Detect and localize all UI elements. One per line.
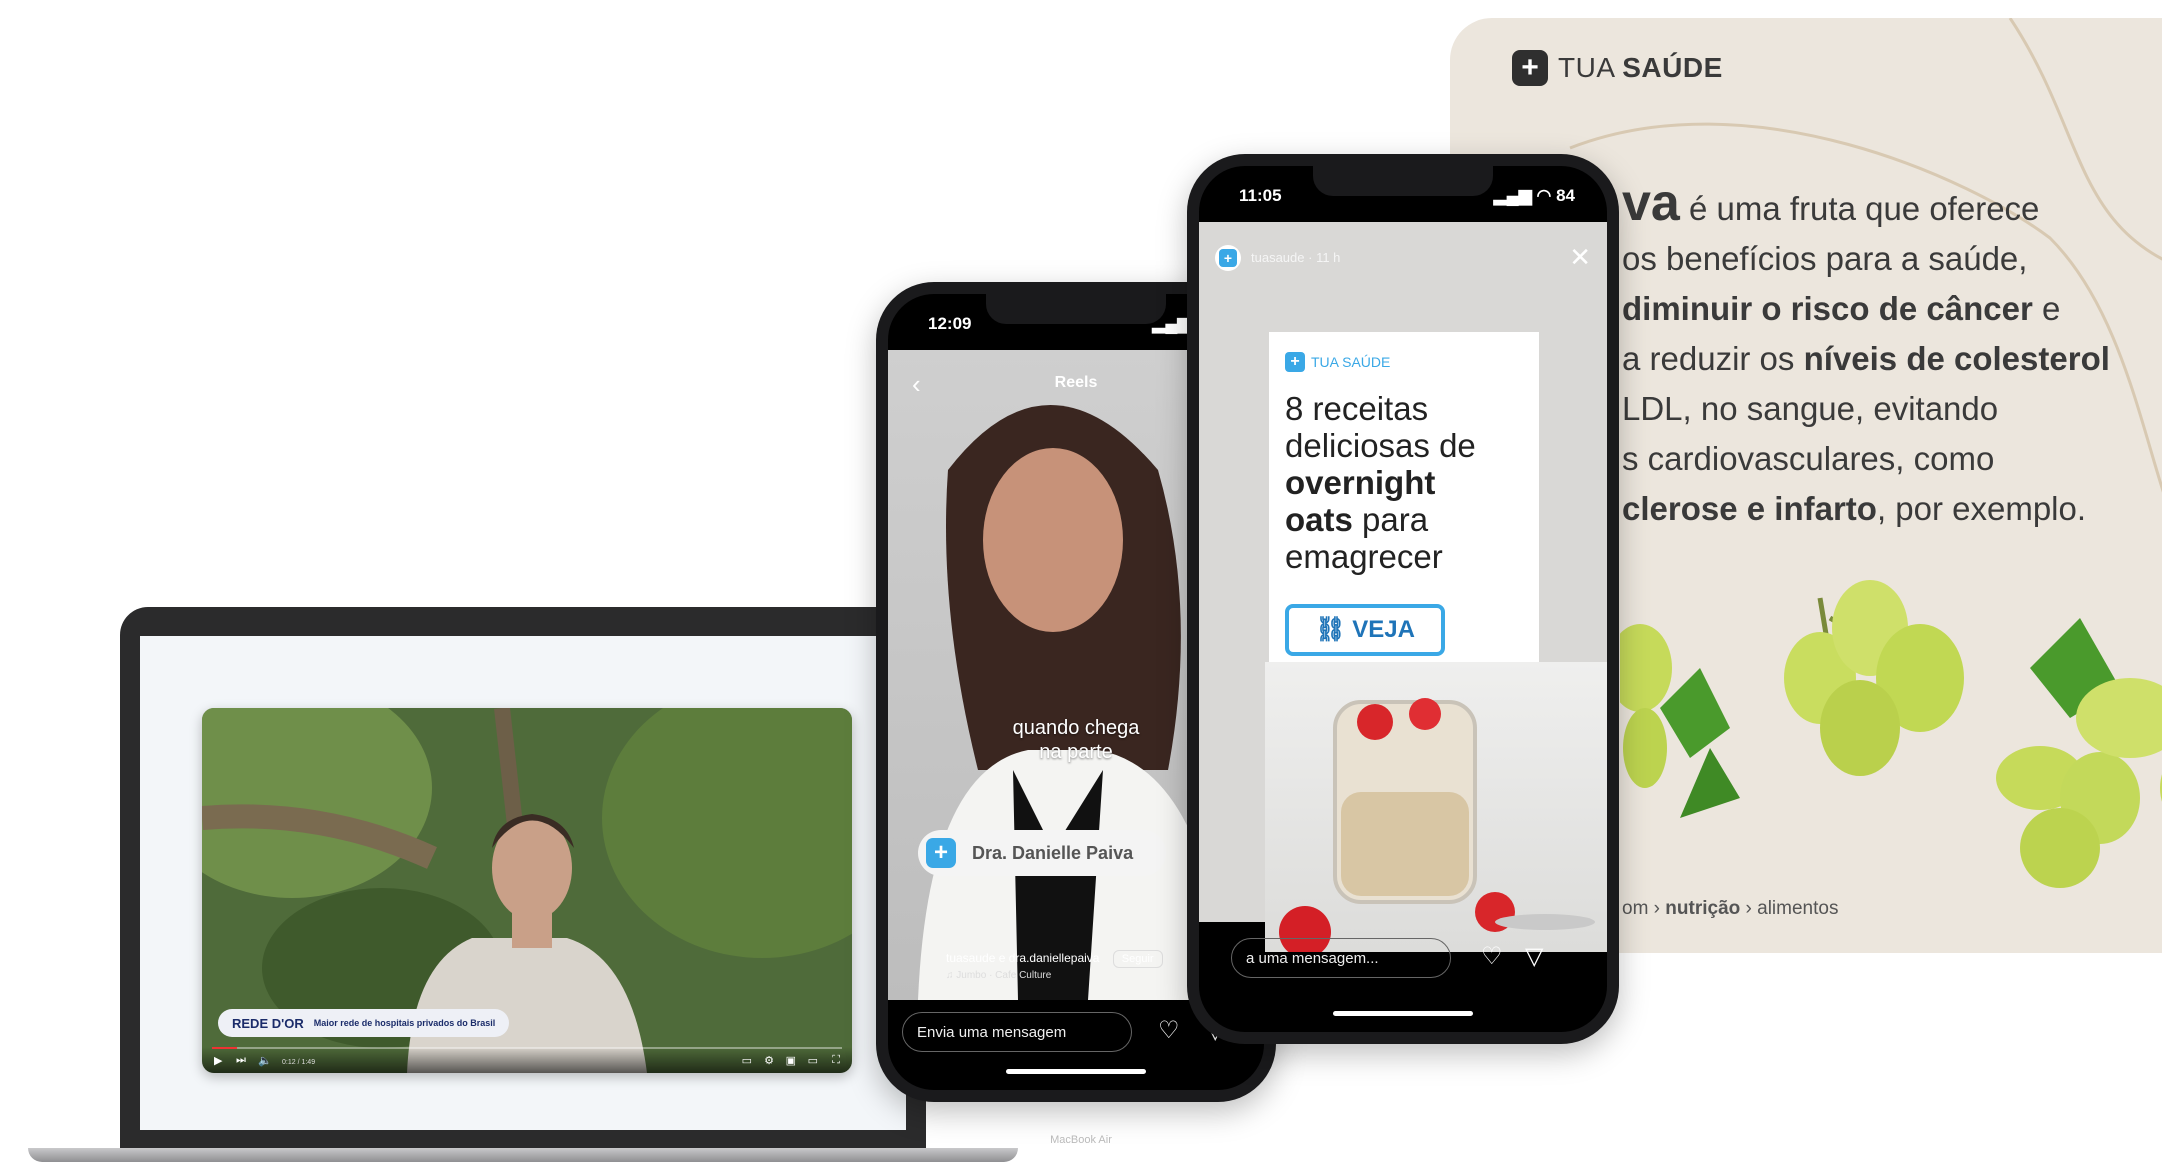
follow-button[interactable]: Seguir	[1112, 950, 1163, 968]
reels-music[interactable]: ♫ Jumbo · Cafe Culture	[946, 970, 1051, 981]
home-indicator	[1333, 1011, 1473, 1016]
link-icon: ⛓	[1315, 616, 1353, 643]
notch	[986, 294, 1166, 324]
card-line: a reduzir os níveis de colesterol	[1622, 340, 2110, 377]
captions-icon[interactable]: ▭	[742, 1054, 752, 1067]
story-content[interactable]: + TUA SAÚDE 8 receitas deliciosas de ove…	[1199, 222, 1607, 958]
heart-icon[interactable]: ♡	[1158, 1016, 1180, 1045]
laptop-model-label: MacBook Air	[1050, 1134, 1112, 1146]
veja-aqui-button[interactable]: ⛓ VEJA AQUI	[1285, 604, 1445, 687]
card-line: clerose e infarto, por exemplo.	[1622, 490, 2087, 527]
promo-title: 8 receitas deliciosas de overnight oats …	[1285, 390, 1476, 575]
wifi-icon: ◠	[1536, 186, 1557, 205]
reels-user: tuasaude e dra.daniellepaiva Seguir	[946, 950, 1163, 968]
video-progress-fill	[212, 1047, 238, 1049]
presenter-name: Dra. Danielle Paiva	[972, 842, 1134, 863]
brand-name: TUA	[1558, 52, 1614, 83]
volume-icon[interactable]: 🔈	[258, 1054, 272, 1067]
card-line: os benefícios para a saúde,	[1622, 240, 2028, 277]
card-line: s cardiovasculares, como	[1622, 440, 1995, 477]
story-screen: 11:05 ▂▄▆ ◠ 84 + TUA SAÚDE 8 receitas de…	[1199, 166, 1607, 1032]
heart-icon[interactable]: ♡	[1481, 942, 1503, 971]
overnight-oats-image	[1265, 662, 1607, 958]
story-username: tuasaude · 11 h	[1251, 250, 1341, 265]
video-banner: REDE D'OR Maior rede de hospitais privad…	[218, 1009, 510, 1037]
music-icon: ♫	[946, 970, 957, 981]
card-body-text: va é uma fruta que oferece os benefícios…	[1622, 174, 2162, 534]
plus-icon: +	[1285, 352, 1305, 372]
video-controls: ▶ ⏭ 🔈 0:12 / 1:49 ▭ ⚙ ▣ ▭ ⛶	[202, 1047, 852, 1073]
video-player[interactable]: REDE D'OR Maior rede de hospitais privad…	[202, 708, 852, 1073]
settings-gear-icon[interactable]: ⚙	[764, 1054, 774, 1067]
message-input[interactable]: a uma mensagem...	[1231, 938, 1451, 978]
card-line: LDL, no sangue, evitando	[1622, 390, 1999, 427]
presenter-name-pill: + Dra. Danielle Paiva	[918, 830, 1166, 876]
miniplayer-icon[interactable]: ▣	[786, 1054, 796, 1067]
brand-logo: + TUA SAÚDE	[1512, 50, 1723, 86]
home-indicator	[1006, 1069, 1146, 1074]
laptop-base	[28, 1148, 1018, 1162]
reels-username[interactable]: tuasaude e dra.daniellepaiva	[946, 951, 1099, 965]
card-line: diminuir o risco de câncer e	[1622, 290, 2061, 327]
breadcrumb: om › nutrição › alimentos	[1622, 898, 1839, 919]
status-time: 12:09	[928, 314, 972, 333]
battery-level: 84	[1556, 186, 1575, 205]
plus-icon: +	[926, 838, 956, 868]
video-time: 0:12 / 1:49	[282, 1059, 316, 1066]
plus-icon: +	[1512, 50, 1548, 86]
next-icon[interactable]: ⏭	[236, 1054, 246, 1067]
video-tagline: Maior rede de hospitais privados do Bras…	[313, 1018, 496, 1028]
message-input[interactable]: Envia uma mensagem	[902, 1012, 1132, 1052]
promo-brand: + TUA SAÚDE	[1285, 352, 1390, 372]
rede-dor-logo: REDE D'OR	[232, 1015, 304, 1031]
send-icon[interactable]: ▽	[1525, 942, 1543, 971]
brand-name-bold: SAÚDE	[1622, 52, 1723, 83]
video-progress-bar[interactable]	[212, 1047, 842, 1049]
avatar[interactable]	[1215, 244, 1241, 271]
story-header: tuasaude · 11 h ✕	[1215, 242, 1591, 273]
signal-icon: ▂▄▆	[1493, 186, 1537, 205]
theater-icon[interactable]: ▭	[808, 1054, 818, 1067]
story-phone: 11:05 ▂▄▆ ◠ 84 + TUA SAÚDE 8 receitas de…	[1187, 154, 1619, 1044]
play-icon[interactable]: ▶	[214, 1054, 222, 1067]
close-icon[interactable]: ✕	[1569, 242, 1591, 273]
status-time: 11:05	[1239, 186, 1282, 205]
card-line: va é uma fruta que oferece	[1622, 174, 2040, 232]
grapes-illustration	[1620, 580, 2162, 888]
fullscreen-icon[interactable]: ⛶	[832, 1054, 840, 1067]
promo-card: + TUA SAÚDE 8 receitas deliciosas de ove…	[1269, 332, 1539, 687]
notch	[1313, 166, 1493, 196]
